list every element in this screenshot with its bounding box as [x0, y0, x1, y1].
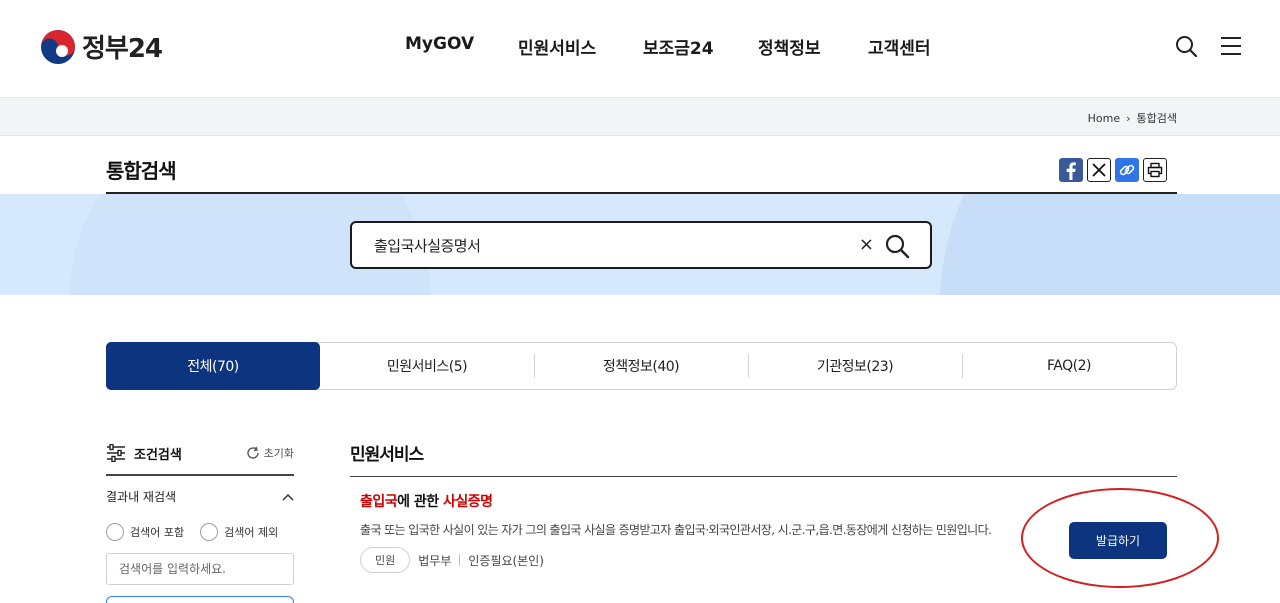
section-divider: [350, 476, 1177, 477]
chevron-up-icon: [282, 493, 294, 501]
breadcrumb-bar: Home › 통합검색: [0, 97, 1280, 136]
tab-all[interactable]: 전체(70): [106, 342, 320, 390]
clear-icon[interactable]: ×: [859, 234, 874, 255]
refine-search-input[interactable]: [106, 553, 294, 585]
section-title: 민원서비스: [350, 445, 424, 465]
x-icon[interactable]: [1087, 158, 1111, 182]
sliders-icon: [107, 444, 125, 462]
chevron-right-icon: ›: [1126, 111, 1131, 125]
refine-options: 검색어 포함 검색어 제외: [106, 523, 294, 541]
link-icon[interactable]: [1115, 158, 1139, 182]
search-input[interactable]: [374, 223, 844, 267]
print-icon[interactable]: [1143, 158, 1167, 182]
filter-panel: 조건검색 초기화 결과내 재검색 검색어 포함 검색어 제외: [106, 440, 294, 603]
logo-text: 정부24: [82, 34, 163, 64]
taeguk-icon: [41, 29, 75, 64]
include-radio[interactable]: 검색어 포함: [106, 523, 184, 541]
result-item: 출입국에 관한 사실증명 출국 또는 입국한 사실이 있는 자가 그의 출입국 …: [360, 491, 1060, 573]
include-label: 검색어 포함: [130, 526, 185, 539]
site-header: 정부24 MyGOV 민원서비스 보조금24 정책정보 고객센터: [0, 0, 1280, 97]
agency-name: 법무부: [418, 553, 452, 568]
result-meta: 민원 법무부 인증필요(본인): [360, 547, 1060, 573]
title-text: 에 관한: [397, 494, 444, 510]
banner-decoration: [940, 194, 1280, 295]
reset-button[interactable]: 초기화: [246, 445, 294, 461]
nav-subsidy24[interactable]: 보조금24: [643, 34, 714, 59]
refine-search-toggle[interactable]: 결과내 재검색: [106, 488, 294, 505]
nav-customer-center[interactable]: 고객센터: [868, 34, 931, 59]
auth-requirement: 인증필요(본인): [468, 553, 544, 568]
search-submit-icon[interactable]: [884, 233, 910, 259]
exclude-radio[interactable]: 검색어 제외: [200, 523, 278, 541]
filter-title-label: 조건검색: [134, 447, 182, 463]
result-tabs: 전체(70) 민원서비스(5) 정책정보(40) 기관정보(23) FAQ(2): [106, 342, 1177, 390]
nav-mygov[interactable]: MyGOV: [405, 34, 474, 54]
nav-policy-info[interactable]: 정책정보: [758, 34, 821, 59]
refresh-icon: [246, 446, 259, 459]
breadcrumb: Home › 통합검색: [1088, 110, 1177, 126]
tab-agency-info[interactable]: 기관정보(23): [748, 343, 962, 389]
filter-title: 조건검색: [106, 444, 182, 463]
result-description: 출국 또는 입국한 사실이 있는 자가 그의 출입국 사실을 증명받고자 출입국…: [360, 523, 992, 537]
next-filter-section: [106, 596, 294, 603]
issue-button[interactable]: 발급하기: [1069, 522, 1167, 559]
page-title: 통합검색: [106, 159, 177, 183]
exclude-label: 검색어 제외: [224, 526, 279, 539]
menu-icon[interactable]: [1219, 34, 1243, 58]
share-toolbar: [1059, 158, 1167, 182]
filter-header: 조건검색 초기화: [106, 440, 294, 466]
nav-civil-service[interactable]: 민원서비스: [518, 34, 596, 59]
search-icon[interactable]: [1174, 34, 1198, 58]
highlight-term: 사실증명: [443, 494, 493, 510]
breadcrumb-home[interactable]: Home: [1088, 112, 1120, 125]
filter-divider: [106, 474, 294, 476]
search-box: ×: [350, 221, 932, 269]
facebook-icon[interactable]: [1059, 158, 1083, 182]
highlight-term: 출입국: [360, 494, 398, 510]
reset-label: 초기화: [263, 447, 294, 460]
radio-dot: [106, 523, 124, 541]
site-logo[interactable]: 정부24: [40, 28, 163, 65]
tab-policy-info[interactable]: 정책정보(40): [534, 343, 748, 389]
tab-faq[interactable]: FAQ(2): [962, 343, 1176, 389]
radio-dot: [200, 523, 219, 541]
category-chip: 민원: [360, 547, 411, 573]
refine-search-label: 결과내 재검색: [106, 490, 177, 504]
breadcrumb-current: 통합검색: [1136, 112, 1177, 125]
meta-separator: [459, 554, 461, 566]
result-title-link[interactable]: 출입국에 관한 사실증명: [360, 491, 1060, 511]
tab-civil-service[interactable]: 민원서비스(5): [320, 343, 534, 389]
